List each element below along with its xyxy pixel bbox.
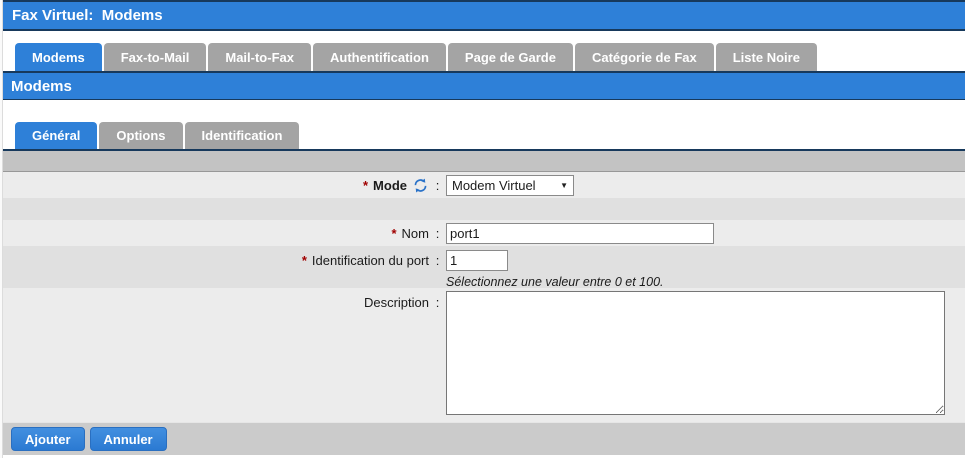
main-tab-bar: Modems Fax-to-Mail Mail-to-Fax Authentif…: [3, 43, 965, 71]
nom-label: Nom: [401, 225, 429, 241]
spacer: [3, 100, 965, 122]
form-header-row: [3, 151, 965, 172]
page-title: Fax Virtuel: Modems: [12, 7, 163, 24]
port-colon: :: [435, 253, 440, 268]
section-title: Modems: [11, 77, 72, 95]
page-content: Fax Virtuel: Modems Modems Fax-to-Mail M…: [3, 0, 965, 455]
fax-admin-page: Fax Virtuel: Modems Modems Fax-to-Mail M…: [0, 0, 965, 458]
tab-fax-to-mail[interactable]: Fax-to-Mail: [103, 43, 207, 71]
port-label-cell: * Identification du port: [3, 246, 429, 268]
nom-label-cell: * Nom: [3, 226, 429, 241]
tab-categorie-de-fax[interactable]: Catégorie de Fax: [574, 43, 714, 71]
nom-input[interactable]: [446, 222, 714, 244]
port-field-cell: Sélectionnez une valeur entre 0 et 100.: [446, 246, 965, 289]
app-header: Fax Virtuel: Modems: [3, 0, 965, 31]
description-label-cell: Description: [3, 288, 429, 310]
section-header: Modems: [3, 73, 965, 100]
mode-field-cell: Modem Virtuel ▼: [446, 174, 965, 196]
description-field-cell: [446, 288, 965, 415]
add-button[interactable]: Ajouter: [11, 427, 85, 451]
tab-mail-to-fax[interactable]: Mail-to-Fax: [208, 43, 311, 71]
empty-row: [3, 198, 965, 220]
mode-select-value: Modem Virtuel: [452, 177, 536, 193]
mode-row: * Mode : Modem Virtuel ▼: [3, 172, 965, 198]
description-colon: :: [435, 295, 440, 310]
nom-colon: :: [435, 225, 440, 241]
tab-liste-noire[interactable]: Liste Noire: [715, 43, 817, 71]
description-label: Description: [363, 295, 429, 310]
port-input[interactable]: [446, 250, 508, 271]
refresh-icon[interactable]: [413, 178, 428, 193]
required-marker: *: [391, 225, 397, 241]
nom-field-cell: [446, 222, 965, 244]
spacer: [3, 31, 965, 43]
subtab-identification[interactable]: Identification: [184, 122, 300, 149]
subtab-general[interactable]: Général: [15, 122, 98, 149]
sub-tab-bar: Général Options Identification: [3, 122, 965, 149]
mode-label-cell: * Mode: [3, 178, 429, 193]
required-marker: *: [362, 177, 369, 193]
tab-authentification[interactable]: Authentification: [312, 43, 446, 71]
tab-page-de-garde[interactable]: Page de Garde: [447, 43, 573, 71]
subtab-options[interactable]: Options: [99, 122, 183, 149]
mode-label: Mode: [373, 177, 407, 193]
mode-colon: :: [435, 177, 440, 193]
nom-row: * Nom :: [3, 220, 965, 246]
cancel-button[interactable]: Annuler: [89, 427, 167, 451]
mode-select[interactable]: Modem Virtuel ▼: [446, 174, 574, 196]
required-marker: *: [301, 253, 307, 268]
description-row: Description :: [3, 288, 965, 422]
action-button-row: Ajouter Annuler: [3, 422, 965, 455]
description-textarea[interactable]: [446, 291, 945, 415]
port-hint: Sélectionnez une valeur entre 0 et 100.: [446, 275, 664, 289]
chevron-down-icon: ▼: [560, 180, 568, 190]
port-row: * Identification du port : Sélectionnez …: [3, 246, 965, 289]
tab-modems[interactable]: Modems: [15, 43, 102, 71]
port-label: Identification du port: [311, 253, 429, 268]
